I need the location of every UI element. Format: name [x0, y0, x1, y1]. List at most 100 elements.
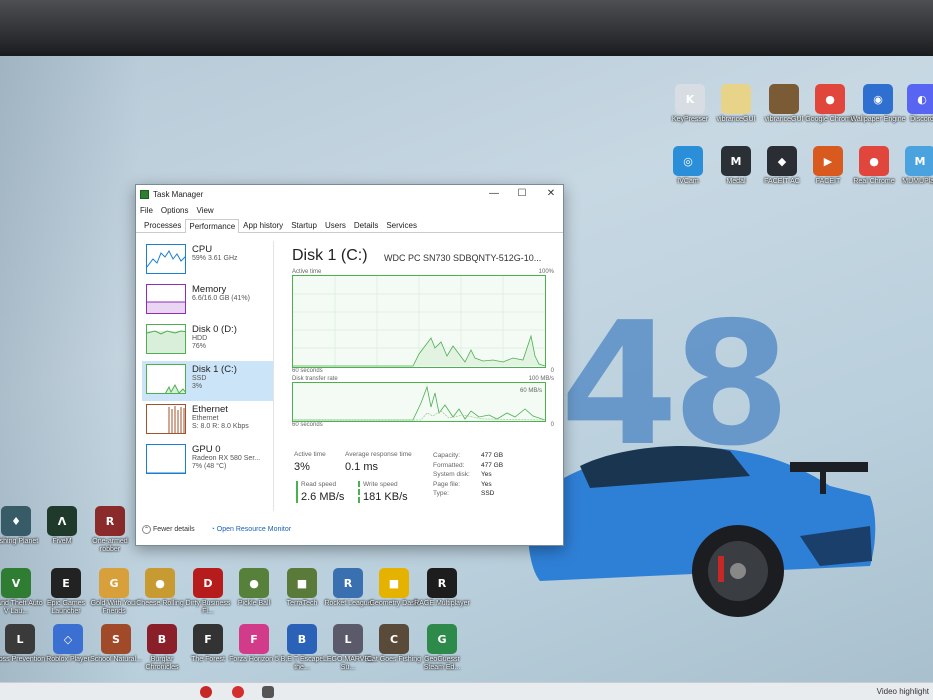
resource-monitor-icon: ◔	[210, 526, 215, 533]
active-time-graph	[292, 275, 546, 368]
app-icon	[721, 84, 751, 114]
app-icon: C	[379, 624, 409, 654]
transfer-rate-mid-label: 60 MB/s	[519, 388, 542, 394]
sidebar-gpu-line2: 7% (48 °C)	[192, 463, 227, 470]
maximize-icon[interactable]: ☐	[508, 188, 536, 199]
menu-options[interactable]: Options	[161, 206, 189, 215]
app-icon: ●	[145, 568, 175, 598]
open-resource-monitor-link[interactable]: ◔ Open Resource Monitor	[211, 526, 292, 533]
menu-view[interactable]: View	[196, 206, 213, 215]
app-icon: B	[287, 624, 317, 654]
disk0-thumbnail-graph	[146, 324, 186, 354]
info-capacity-value: 477 GB	[481, 452, 504, 459]
taskbar-app-icon[interactable]	[200, 686, 212, 698]
close-icon[interactable]: ✕	[537, 188, 565, 199]
taskbar-app-icon[interactable]	[232, 686, 244, 698]
app-icon: L	[5, 624, 35, 654]
window-title: Task Manager	[153, 189, 204, 199]
shortcut-label: Discord	[910, 116, 933, 123]
stat-avg-response-label: Average response time	[345, 451, 412, 458]
desktop-shortcut[interactable]: R RAGE Multiplayer	[414, 568, 470, 608]
transfer-rate-graph: 60 MB/s	[292, 382, 546, 422]
info-system-disk-label: System disk:	[433, 471, 470, 478]
taskbar-app-icon[interactable]	[262, 686, 274, 698]
app-icon: ◉	[863, 84, 893, 114]
app-icon: ■	[287, 568, 317, 598]
app-icon: G	[427, 624, 457, 654]
sidebar-ethernet-line1: Ethernet	[192, 415, 219, 422]
ethernet-thumbnail-graph	[146, 404, 186, 434]
stat-active-time: Active time 3%	[294, 451, 326, 473]
app-icon: R	[333, 568, 363, 598]
minimize-icon[interactable]: —	[480, 188, 508, 199]
desktop-shortcut[interactable]: M MUMUPlay	[892, 146, 933, 186]
sidebar-item-cpu[interactable]: CPU 59% 3.61 GHz	[142, 241, 273, 281]
app-icon: ◆	[767, 146, 797, 176]
task-manager-window[interactable]: Task Manager — ☐ ✕ File Options View Pro…	[135, 184, 564, 546]
sidebar-disk0-line2: 76%	[192, 343, 207, 350]
app-icon: D	[193, 568, 223, 598]
app-icon: M	[721, 146, 751, 176]
stat-write-speed-label: Write speed	[363, 481, 398, 488]
shortcut-label: One-armed robber	[92, 538, 128, 553]
disk-info-list: Capacity: 477 GB Formatted: 477 GB System …	[433, 451, 503, 499]
stat-write-speed-value: 181 KB/s	[363, 491, 408, 503]
tab-startup[interactable]: Startup	[287, 218, 321, 232]
shortcut-label: GeoGuessr Steam Ed...	[423, 656, 461, 671]
app-icon: ▶	[813, 146, 843, 176]
sidebar-item-disk1[interactable]: Disk 1 (C:) SSD 3%	[142, 361, 273, 401]
app-icon: R	[95, 506, 125, 536]
transfer-rate-axis-right: 0	[550, 422, 554, 428]
info-page-file-value: Yes	[481, 480, 492, 488]
task-manager-app-icon	[140, 189, 149, 199]
app-icon: E	[51, 568, 81, 598]
info-formatted-value: 477 GB	[481, 461, 504, 469]
sidebar-gpu-line1: Radeon RX 580 Ser...	[192, 455, 261, 462]
app-icon	[769, 84, 799, 114]
app-icon: F	[193, 624, 223, 654]
stat-read-speed-value: 2.6 MB/s	[301, 491, 345, 503]
app-icon: ◎	[673, 146, 703, 176]
app-icon: ●	[239, 568, 269, 598]
info-type-value: SSD	[481, 490, 495, 497]
sidebar-item-ethernet[interactable]: Ethernet Ethernet S: 8.0 R: 8.0 Kbps	[142, 401, 273, 441]
gpu-thumbnail-graph	[146, 444, 186, 474]
sidebar-gpu-title: GPU 0	[192, 444, 221, 455]
info-formatted-label: Formatted:	[433, 461, 465, 469]
sidebar-ethernet-line2: S: 8.0 R: 8.0 Kbps	[192, 423, 249, 430]
tab-app-history[interactable]: App history	[239, 218, 287, 232]
stat-read-speed-label: Read speed	[301, 481, 337, 488]
app-icon: K	[675, 84, 705, 114]
app-icon: Λ	[47, 506, 77, 536]
tab-performance[interactable]: Performance	[185, 219, 240, 233]
performance-sidebar: CPU 59% 3.61 GHz Memory 6.6/16.0 GB (41%…	[142, 241, 274, 511]
sidebar-disk0-line1: HDD	[192, 335, 208, 342]
tab-users[interactable]: Users	[321, 218, 350, 232]
stat-active-time-label: Active time	[294, 451, 326, 458]
sidebar-item-memory[interactable]: Memory 6.6/16.0 GB (41%)	[142, 281, 273, 321]
app-icon: L	[333, 624, 363, 654]
menu-file[interactable]: File	[140, 206, 153, 215]
tab-processes[interactable]: Processes	[140, 218, 185, 232]
stat-write-speed: Write speed 181 KB/s	[358, 481, 408, 503]
menu-bar: File Options View	[136, 203, 563, 217]
desktop-shortcut[interactable]: G GeoGuessr Steam Ed...	[414, 624, 470, 672]
desktop-shortcut[interactable]: ◐ Discord	[894, 84, 933, 124]
sidebar-disk1-line2: 3%	[192, 383, 203, 390]
sidebar-item-gpu[interactable]: GPU 0 Radeon RX 580 Ser... 7% (48 °C)	[142, 441, 273, 481]
tab-details[interactable]: Details	[350, 218, 382, 232]
active-time-axis-right: 0	[550, 368, 554, 374]
shortcut-label: MUMUPlay	[902, 178, 933, 185]
app-icon: ◇	[53, 624, 83, 654]
stat-avg-response: Average response time 0.1 ms	[345, 451, 412, 473]
wallpaper-car-image	[528, 446, 876, 617]
sidebar-memory-line1: 6.6/16.0 GB (41%)	[192, 295, 250, 302]
tab-services[interactable]: Services	[382, 218, 421, 232]
sidebar-cpu-title: CPU	[192, 244, 213, 255]
sidebar-item-disk0[interactable]: Disk 0 (D:) HDD 76%	[142, 321, 273, 361]
open-resource-monitor-label: Open Resource Monitor	[216, 526, 292, 533]
desktop-shortcut[interactable]: R One-armed robber	[82, 506, 138, 554]
fewer-details-link[interactable]: ⌃ Fewer details	[142, 525, 195, 534]
info-page-file-label: Page file:	[433, 480, 461, 488]
stat-avg-response-value: 0.1 ms	[345, 461, 379, 473]
